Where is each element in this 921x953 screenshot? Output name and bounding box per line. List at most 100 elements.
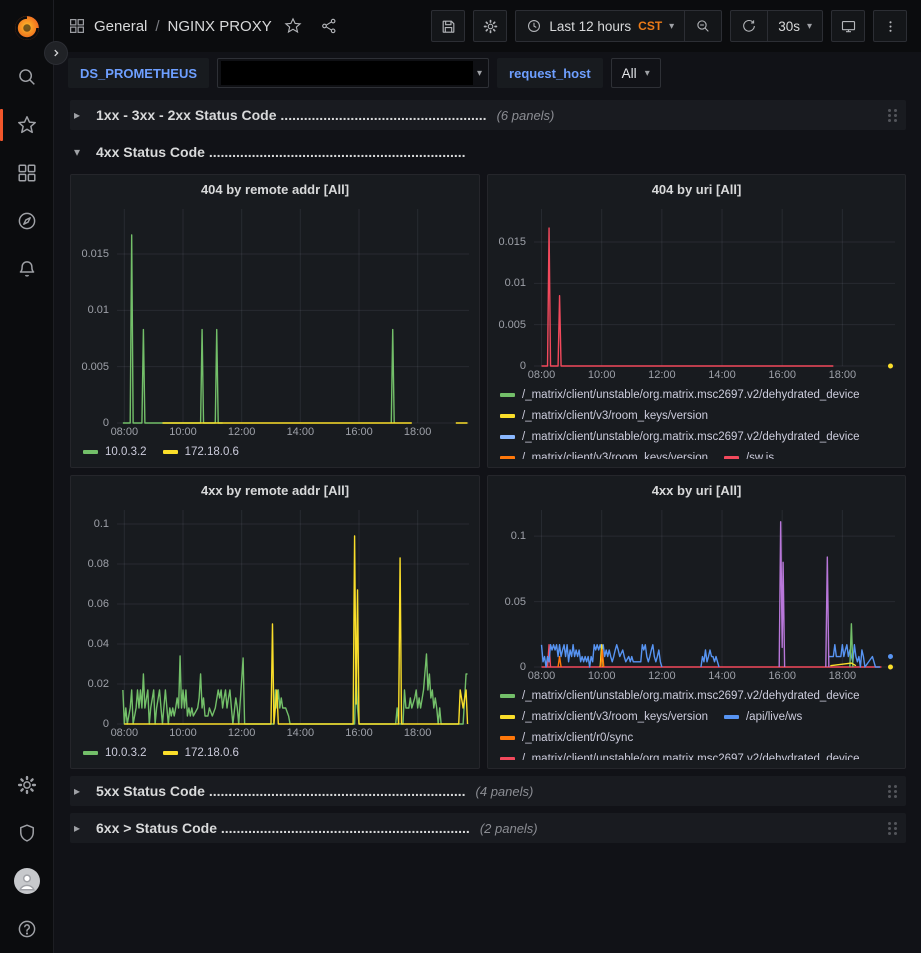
legend-item[interactable]: /sw.js xyxy=(724,450,774,459)
panel-4xx-by-uri: 4xx by uri [All] 00.050.1 08:0010:0012:0… xyxy=(487,475,906,769)
sidebar-item-profile[interactable] xyxy=(0,857,54,905)
datasource-variable-label[interactable]: DS_PROMETHEUS xyxy=(68,58,209,88)
x-tick-label: 14:00 xyxy=(708,369,736,381)
legend-item[interactable]: /_matrix/client/unstable/org.matrix.msc2… xyxy=(500,429,860,444)
legend-item[interactable]: /_matrix/client/v3/room_keys/version xyxy=(500,408,708,423)
row-drag-handle-icon[interactable] xyxy=(888,785,898,798)
y-tick-label: 0.1 xyxy=(94,518,109,530)
chevron-down-icon: ▾ xyxy=(807,21,812,32)
chart-legend: /_matrix/client/unstable/org.matrix.msc2… xyxy=(488,383,895,459)
panel-title[interactable]: 4xx by remote addr [All] xyxy=(71,476,479,504)
sidebar-item-alerting[interactable] xyxy=(0,245,54,293)
row-header-5xx[interactable]: ▸ 5xx Status Code ......................… xyxy=(70,776,906,806)
x-tick-label: 18:00 xyxy=(404,426,432,438)
chart-plot-area[interactable] xyxy=(534,209,895,366)
sidebar-item-starred[interactable] xyxy=(0,101,54,149)
legend-item[interactable]: 10.0.3.2 xyxy=(83,444,147,459)
gear-icon xyxy=(482,18,499,35)
legend-swatch xyxy=(500,694,515,698)
breadcrumb: General / NGINX PROXY xyxy=(68,17,338,35)
row-title: 4xx Status Code ........................… xyxy=(96,144,466,160)
monitor-icon xyxy=(840,18,857,35)
refresh-button[interactable] xyxy=(731,11,767,41)
row-panel-count: (2 panels) xyxy=(480,821,538,836)
grafana-logo-icon[interactable] xyxy=(12,13,42,43)
sidebar-item-server-admin[interactable] xyxy=(0,809,54,857)
chevron-right-icon: ▸ xyxy=(74,108,86,122)
favorite-star-icon[interactable] xyxy=(284,17,302,35)
x-tick-label: 08:00 xyxy=(111,727,139,739)
legend-item[interactable]: 172.18.0.6 xyxy=(163,745,239,760)
y-axis: 00.0050.010.015 xyxy=(488,209,534,366)
y-tick-label: 0.05 xyxy=(505,596,526,608)
chart-legend: /_matrix/client/unstable/org.matrix.msc2… xyxy=(488,684,895,760)
breadcrumb-dashboard-title[interactable]: NGINX PROXY xyxy=(168,18,272,35)
search-icon xyxy=(16,66,38,88)
legend-item[interactable]: /_matrix/client/unstable/org.matrix.msc2… xyxy=(500,688,860,703)
chevron-right-icon: ▸ xyxy=(74,784,86,798)
row-header-4xx[interactable]: ▾ 4xx Status Code ......................… xyxy=(70,137,906,167)
dashboard-settings-button[interactable] xyxy=(473,10,507,42)
legend-item[interactable]: 10.0.3.2 xyxy=(83,745,147,760)
breadcrumb-section[interactable]: General xyxy=(94,18,147,35)
series-/_matrix/client/unstable/org.matrix.msc2697.v2/dehydrated_device xyxy=(850,624,853,667)
sidebar xyxy=(0,0,54,953)
panel-title[interactable]: 404 by remote addr [All] xyxy=(71,175,479,203)
panel-404-by-remote-addr: 404 by remote addr [All] 00.0050.010.015… xyxy=(70,174,480,468)
x-tick-label: 12:00 xyxy=(228,727,256,739)
legend-swatch xyxy=(724,456,739,460)
legend-item[interactable]: 172.18.0.6 xyxy=(163,444,239,459)
tv-mode-button[interactable] xyxy=(831,10,865,42)
series-4xx-spikes-purple xyxy=(826,557,829,667)
x-tick-label: 16:00 xyxy=(345,727,373,739)
row-header-1xx-3xx-2xx[interactable]: ▸ 1xx - 3xx - 2xx Status Code ..........… xyxy=(70,100,906,130)
legend-item[interactable]: /_matrix/client/v3/room_keys/version xyxy=(500,450,708,459)
legend-item[interactable]: /api/live/ws xyxy=(724,709,802,724)
sidebar-item-configuration[interactable] xyxy=(0,761,54,809)
chart-plot-area[interactable] xyxy=(534,510,895,667)
datasource-variable-select[interactable]: ▾ xyxy=(217,58,489,88)
y-tick-label: 0.01 xyxy=(505,277,526,289)
more-options-button[interactable] xyxy=(873,10,907,42)
x-tick-label: 14:00 xyxy=(287,426,315,438)
zoom-out-button[interactable] xyxy=(684,11,721,41)
request-host-variable-label[interactable]: request_host xyxy=(497,58,603,88)
legend-swatch xyxy=(83,450,98,454)
legend-item[interactable]: /_matrix/client/v3/room_keys/version xyxy=(500,709,708,724)
sidebar-expand-button[interactable] xyxy=(44,41,68,65)
refresh-interval-picker[interactable]: 30s ▾ xyxy=(767,11,822,41)
series-10.0.3.2 xyxy=(123,235,223,423)
request-host-variable-value: All xyxy=(622,66,637,81)
gear-icon xyxy=(16,774,38,796)
chevron-down-icon: ▾ xyxy=(669,21,674,32)
share-icon[interactable] xyxy=(320,17,338,35)
request-host-variable-select[interactable]: All ▾ xyxy=(611,58,661,88)
y-tick-label: 0 xyxy=(103,718,109,730)
x-tick-label: 12:00 xyxy=(648,670,676,682)
sidebar-item-help[interactable] xyxy=(0,905,54,953)
series-10.0.3.2 xyxy=(123,654,468,724)
save-dashboard-button[interactable] xyxy=(431,10,465,42)
x-tick-label: 14:00 xyxy=(708,670,736,682)
legend-item[interactable]: /_matrix/client/unstable/org.matrix.msc2… xyxy=(500,751,860,760)
x-axis: 08:0010:0012:0014:0016:0018:00 xyxy=(117,423,469,440)
x-tick-label: 10:00 xyxy=(169,426,197,438)
time-picker-group: Last 12 hours CST ▾ xyxy=(515,10,722,42)
legend-item[interactable]: /_matrix/client/r0/sync xyxy=(500,730,633,745)
y-axis: 00.020.040.060.080.1 xyxy=(71,510,117,724)
panel-title[interactable]: 4xx by uri [All] xyxy=(488,476,905,504)
sidebar-item-dashboards[interactable] xyxy=(0,149,54,197)
row-panel-count: (6 panels) xyxy=(497,108,555,123)
row-drag-handle-icon[interactable] xyxy=(888,822,898,835)
panel-title[interactable]: 404 by uri [All] xyxy=(488,175,905,203)
y-axis: 00.050.1 xyxy=(488,510,534,667)
legend-swatch xyxy=(724,715,739,719)
chart-plot-area[interactable] xyxy=(117,510,469,724)
time-range-picker[interactable]: Last 12 hours CST ▾ xyxy=(516,11,684,41)
legend-item[interactable]: /_matrix/client/unstable/org.matrix.msc2… xyxy=(500,387,860,402)
chart-plot-area[interactable] xyxy=(117,209,469,423)
row-header-6xx[interactable]: ▸ 6xx > Status Code ....................… xyxy=(70,813,906,843)
x-tick-label: 10:00 xyxy=(169,727,197,739)
sidebar-item-explore[interactable] xyxy=(0,197,54,245)
row-drag-handle-icon[interactable] xyxy=(888,109,898,122)
